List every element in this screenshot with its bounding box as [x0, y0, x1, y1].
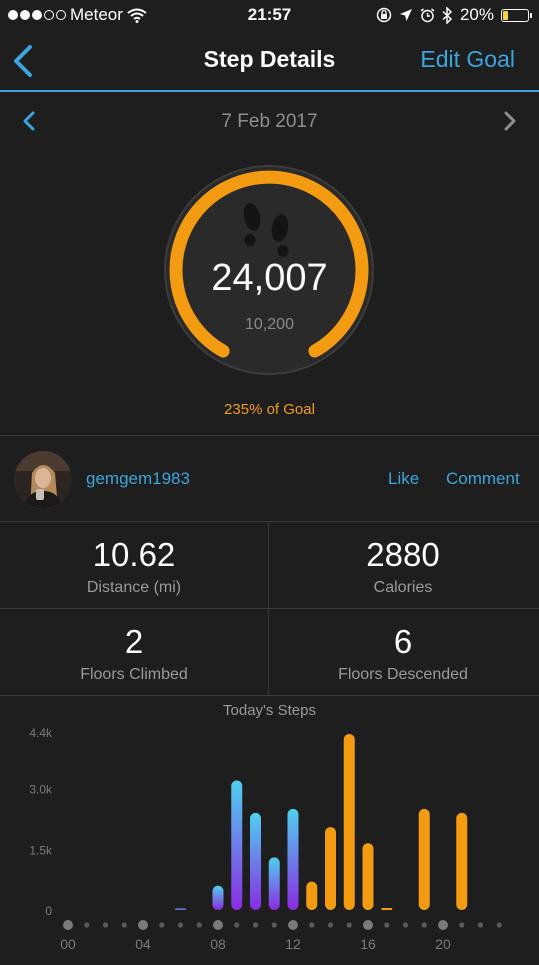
- step-bar: [212, 885, 224, 910]
- floors-climbed-stat: 2 Floors Climbed: [0, 609, 268, 695]
- hour-marker: [138, 920, 148, 930]
- hour-marker: [496, 922, 502, 928]
- y-tick-label: 1.5k: [29, 843, 53, 857]
- step-bar: [362, 843, 374, 910]
- hour-marker: [459, 922, 465, 928]
- hour-marker: [421, 922, 427, 928]
- rotation-lock-icon: [376, 7, 392, 23]
- distance-label: Distance (mi): [86, 579, 182, 596]
- hour-marker: [196, 922, 202, 928]
- distance-stat: 10.62 Distance (mi): [0, 522, 268, 608]
- avatar[interactable]: [14, 451, 72, 509]
- edit-goal-button[interactable]: Edit Goal: [420, 46, 515, 73]
- location-icon: [399, 9, 412, 21]
- hour-marker: [121, 922, 127, 928]
- hour-marker: [102, 922, 109, 928]
- calories-value: 2880: [366, 536, 440, 573]
- y-tick-label: 3.0k: [29, 783, 53, 797]
- y-tick-label: 0: [45, 904, 52, 918]
- step-bar: [418, 808, 430, 910]
- divider: [0, 695, 539, 696]
- floors-climbed-label: Floors Climbed: [80, 666, 188, 683]
- hour-marker: [271, 922, 277, 928]
- hour-marker: [159, 922, 165, 928]
- chart-title: Today's Steps: [223, 702, 316, 719]
- date-selector: 7 Feb 2017: [0, 94, 539, 150]
- hour-marker: [84, 922, 90, 928]
- hour-marker: [63, 920, 73, 930]
- bluetooth-icon: [442, 6, 453, 24]
- battery-percent: 20%: [459, 5, 494, 24]
- step-count: 24,007: [211, 257, 328, 299]
- divider: [0, 435, 539, 436]
- calories-label: Calories: [373, 579, 433, 596]
- hour-marker: [327, 922, 334, 928]
- status-bar: Meteor 21:57 20%: [0, 0, 539, 30]
- navigation-bar: Step Details Edit Goal: [0, 30, 539, 92]
- hour-marker: [477, 922, 484, 928]
- hour-marker: [213, 920, 223, 930]
- comment-button[interactable]: Comment: [446, 469, 520, 489]
- step-bar: [231, 780, 243, 910]
- next-day-icon[interactable]: [501, 110, 519, 132]
- step-bar: [306, 881, 318, 910]
- alarm-icon: [420, 7, 435, 22]
- floors-descended-value: 6: [393, 623, 413, 660]
- x-tick-label: 00: [60, 936, 76, 952]
- step-bar: [325, 827, 336, 910]
- username-link[interactable]: gemgem1983: [86, 469, 190, 489]
- status-right: 20%: [376, 5, 532, 25]
- y-tick-label: 4.4k: [29, 726, 53, 740]
- goal-percent: 235% of Goal: [224, 401, 315, 418]
- hour-marker: [234, 922, 240, 928]
- x-tick-label: 20: [435, 936, 451, 952]
- step-bar: [456, 812, 468, 910]
- step-bar: [250, 812, 261, 910]
- hour-marker: [363, 920, 373, 930]
- hour-marker: [288, 920, 298, 930]
- hour-marker: [252, 922, 259, 928]
- divider: [268, 522, 269, 696]
- hour-marker: [384, 922, 390, 928]
- hour-marker: [309, 922, 315, 928]
- floors-descended-stat: 6 Floors Descended: [269, 609, 537, 695]
- hour-marker: [346, 922, 352, 928]
- todays-steps-chart: Today's Steps 4.4k 3.0k 1.5k 0 00 04 08 12 16 20: [0, 697, 539, 960]
- step-goal-ring: 24,007 10,200: [0, 160, 539, 420]
- like-button[interactable]: Like: [388, 469, 419, 489]
- x-tick-label: 16: [360, 936, 376, 952]
- social-row: gemgem1983 Like Comment: [0, 437, 539, 521]
- hour-marker: [438, 920, 448, 930]
- distance-value: 10.62: [92, 536, 176, 573]
- x-tick-label: 08: [210, 936, 226, 952]
- calories-stat: 2880 Calories: [269, 522, 537, 608]
- floors-climbed-value: 2: [124, 623, 144, 660]
- step-bar: [381, 907, 393, 910]
- x-tick-label: 04: [135, 936, 151, 952]
- step-bar: [268, 857, 280, 910]
- hour-marker: [177, 922, 184, 928]
- step-bar: [175, 908, 186, 910]
- floors-descended-label: Floors Descended: [338, 666, 468, 683]
- current-date: 7 Feb 2017: [221, 111, 318, 132]
- hour-marker: [402, 922, 409, 928]
- steps-bar-chart: 4.4k3.0k1.5k000 04 08 12 16 20: [29, 726, 502, 952]
- step-bar: [343, 734, 355, 910]
- battery-icon: [501, 8, 532, 22]
- step-goal: 10,200: [245, 316, 294, 333]
- x-tick-label: 12: [285, 936, 301, 952]
- step-bar: [287, 808, 299, 910]
